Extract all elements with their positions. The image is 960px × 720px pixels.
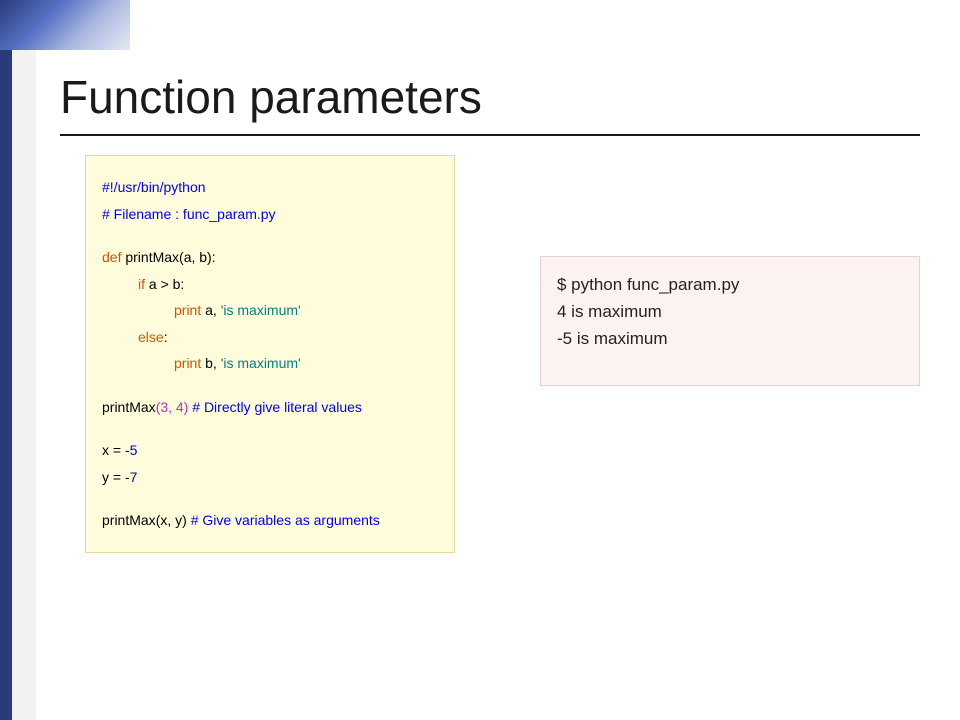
code-if-cond: a > b:	[149, 276, 184, 292]
code-call1-comment: # Directly give literal values	[192, 399, 362, 415]
title-underline	[60, 134, 920, 136]
code-print-str-2: 'is maximum'	[221, 355, 301, 371]
slide-title: Function parameters	[60, 70, 482, 124]
output-line-2: 4 is maximum	[557, 298, 903, 325]
code-print-arg-1: a,	[205, 302, 221, 318]
code-print-str-1: 'is maximum'	[221, 302, 301, 318]
code-else-colon: :	[164, 329, 168, 345]
code-def-params: (a, b):	[179, 249, 216, 265]
code-print-arg-2: b,	[205, 355, 221, 371]
code-assign-y-val: 7	[130, 469, 138, 485]
accent-side-bar	[0, 50, 36, 720]
code-call2-fn: printMax	[102, 512, 156, 528]
code-call1-args: (3, 4)	[156, 399, 193, 415]
code-shebang: #!/usr/bin/python	[102, 179, 206, 195]
output-line-3: -5 is maximum	[557, 325, 903, 352]
code-call2-comment: # Give variables as arguments	[191, 512, 380, 528]
code-filename-comment: # Filename : func_param.py	[102, 206, 276, 222]
accent-top-gradient	[0, 0, 130, 50]
code-print-keyword-2: print	[174, 355, 205, 371]
code-assign-x-val: 5	[130, 442, 138, 458]
code-func-name: printMax	[121, 249, 179, 265]
code-assign-x-lhs: x = -	[102, 442, 130, 458]
code-print-keyword-1: print	[174, 302, 205, 318]
code-call1-fn: printMax	[102, 399, 156, 415]
code-else-keyword: else	[138, 329, 164, 345]
code-call2-args: (x, y)	[156, 512, 191, 528]
code-assign-y-lhs: y = -	[102, 469, 130, 485]
code-if-keyword: if	[138, 276, 149, 292]
code-def-keyword: def	[102, 249, 121, 265]
output-line-1: $ python func_param.py	[557, 271, 903, 298]
source-code-box: #!/usr/bin/python # Filename : func_para…	[85, 155, 455, 553]
terminal-output-box: $ python func_param.py 4 is maximum -5 i…	[540, 256, 920, 386]
